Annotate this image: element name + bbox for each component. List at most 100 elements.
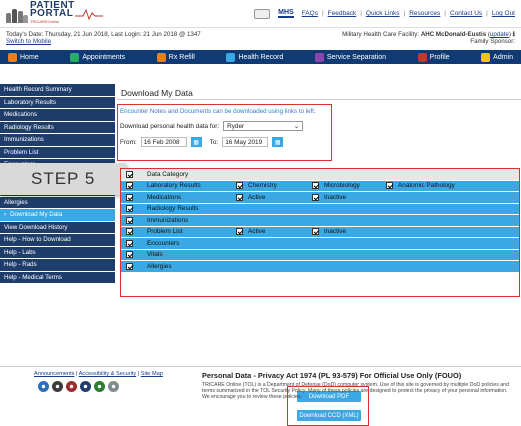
sidebar-item-label: Problem List	[4, 148, 39, 156]
category-row: Radiology Results	[121, 203, 519, 215]
info-icon[interactable]: ℹ	[513, 31, 515, 38]
sidebar-item-label: Help - Medical Terms	[4, 273, 62, 281]
select-all-checkbox[interactable]	[126, 170, 133, 178]
sidebar-item-medications[interactable]: Medications	[0, 109, 115, 122]
subcategory-label: Inactive	[324, 193, 347, 201]
category-checkbox[interactable]	[126, 228, 133, 236]
category-label: Radiology Results	[147, 205, 199, 213]
link-feedback[interactable]: Feedback	[328, 10, 357, 17]
sidebar-item-label: Radiology Results	[4, 123, 54, 131]
link-faqs[interactable]: FAQs	[302, 10, 318, 17]
subcategory-checkbox[interactable]	[236, 228, 243, 236]
footer-link-site-map[interactable]: Site Map	[141, 371, 163, 377]
sidebar-item-label: Medications	[4, 111, 38, 119]
to-calendar-icon[interactable]: ▦	[272, 137, 284, 147]
nav-item-service-separation[interactable]: Service Separation	[314, 52, 386, 62]
nav-item-appointments[interactable]: Appointments	[70, 52, 125, 62]
service-seal-icon[interactable]	[108, 381, 119, 392]
subcategory-checkbox[interactable]	[386, 182, 393, 190]
category-checkbox[interactable]	[126, 205, 133, 213]
sidebar-item-immunizations[interactable]: Immunizations	[0, 134, 115, 147]
sidebar-item-help-rads[interactable]: Help - Rads	[0, 259, 115, 272]
link-resources[interactable]: Resources	[409, 10, 440, 17]
sidebar-item-problem-list[interactable]: Problem List	[0, 146, 115, 159]
sidebar-item-health-record-summary[interactable]: Health Record Summary	[0, 84, 115, 97]
sidebar-item-label: Help - How to Download	[4, 236, 71, 244]
sidebar-item-help-labs[interactable]: Help - Labs	[0, 246, 115, 259]
subcategory-checkbox[interactable]	[312, 193, 319, 201]
service-seal-icon[interactable]	[66, 381, 77, 392]
patient-portal-logo[interactable]: PATIENT PORTAL TRICAREOnline	[6, 0, 103, 26]
footer-links: Announcements | Accessibility & Security…	[8, 371, 198, 401]
sidebar-item-label: View Download History	[4, 223, 68, 231]
facility-update-link[interactable]: update	[490, 31, 509, 38]
service-seal-icon[interactable]	[52, 381, 63, 392]
service-seal-icon[interactable]	[38, 381, 49, 392]
nav-item-label: Profile	[429, 53, 450, 61]
main-content: Download My Data Encounter Notes and Doc…	[117, 84, 521, 426]
sidebar-item-view-download-history[interactable]: View Download History	[0, 221, 115, 234]
download-ccd-button[interactable]: Download CCD (XML)	[297, 410, 361, 421]
to-date-field[interactable]: 16 May 2019	[222, 137, 269, 147]
category-row: Allergies	[121, 261, 519, 273]
privacy-title: Personal Data - Privacy Act 1974 (PL 93-…	[202, 371, 462, 380]
category-checkbox[interactable]	[126, 262, 133, 270]
sidebar-item-download-my-data[interactable]: › Download My Data	[0, 209, 115, 222]
logo-line-2: PORTAL	[30, 7, 74, 19]
nav-item-profile[interactable]: Profile	[417, 52, 450, 62]
subcategory-checkbox[interactable]	[312, 182, 319, 190]
sidebar-item-label: Help - Labs	[4, 248, 36, 256]
service-seal-icon[interactable]	[80, 381, 91, 392]
category-header-row: Data Category	[121, 169, 519, 181]
link-log-out[interactable]: Log Out	[492, 10, 515, 17]
service-separation-icon	[314, 52, 324, 62]
subcategory-label: Inactive	[324, 228, 347, 236]
category-checkbox[interactable]	[126, 182, 133, 190]
link-quick-links[interactable]: Quick Links	[366, 10, 400, 17]
category-label: Problem List	[147, 228, 183, 236]
top-links: MHS FAQs | Feedback | Quick Links | Resourc…	[254, 8, 515, 19]
service-seal-icon[interactable]	[94, 381, 105, 392]
sidebar-item-label: Allergies	[4, 198, 28, 206]
download-options-box: Encounter Notes and Documents can be dow…	[117, 104, 332, 161]
footer-link-accessibility[interactable]: Accessibility & Security	[79, 371, 137, 377]
link-contact-us[interactable]: Contact Us	[450, 10, 482, 17]
category-checkbox[interactable]	[126, 216, 133, 224]
session-info: Today's Date: Thursday, 21 Jun 2018, Las…	[6, 31, 515, 45]
sidebar-item-allergies[interactable]: Allergies	[0, 196, 115, 209]
nav-item-admin[interactable]: Admin	[481, 52, 513, 62]
top-bar: PATIENT PORTAL TRICAREOnline MHS FAQs | F…	[0, 0, 521, 28]
download-for-label: Download personal health data for:	[120, 122, 220, 130]
subcategory-checkbox[interactable]	[236, 182, 243, 190]
keyboard-icon[interactable]	[254, 8, 271, 19]
nav-item-health-record[interactable]: Health Record	[226, 52, 283, 62]
nav-item-home[interactable]: Home	[8, 52, 39, 62]
mhs-logo[interactable]: MHS	[278, 9, 294, 18]
subcategory-checkbox[interactable]	[312, 228, 319, 236]
category-label: Encounters	[147, 239, 180, 247]
from-date-field[interactable]: 16 Feb 2008	[140, 137, 187, 147]
switch-to-mobile-link[interactable]: Switch to Mobile	[6, 38, 51, 45]
facility-label: Military Health Care Facility:	[342, 31, 421, 38]
sidebar-item-help-how-to-download[interactable]: Help - How to Download	[0, 234, 115, 247]
category-label: Laboratory Results	[147, 182, 201, 190]
chevron-down-icon: ⌄	[293, 123, 300, 130]
subcategory-label: Active	[248, 228, 266, 236]
category-checkbox[interactable]	[126, 193, 133, 201]
date-login-text: Today's Date: Thursday, 21 Jun 2018, Las…	[6, 31, 201, 38]
logo-subtitle: TRICAREOnline	[30, 18, 60, 24]
category-checkbox[interactable]	[126, 239, 133, 247]
sidebar-item-label: Immunizations	[4, 136, 44, 144]
from-calendar-icon[interactable]: ▦	[190, 137, 202, 147]
nav-item-rx-refill[interactable]: Rx Refill	[156, 52, 195, 62]
category-checkbox[interactable]	[126, 251, 133, 259]
footer-link-announcements[interactable]: Announcements	[34, 371, 74, 377]
sidebar-item-laboratory-results[interactable]: Laboratory Results	[0, 96, 115, 109]
subcategory-label: Anatomic Pathology	[398, 182, 455, 190]
sidebar-item-radiology-results[interactable]: Radiology Results	[0, 121, 115, 134]
subcategory-checkbox[interactable]	[236, 193, 243, 201]
category-row: Vitals	[121, 249, 519, 261]
sidebar-item-help-medical-terms[interactable]: Help - Medical Terms	[0, 271, 115, 284]
person-select[interactable]: Ryder ⌄	[223, 121, 304, 131]
service-seals	[38, 381, 198, 392]
